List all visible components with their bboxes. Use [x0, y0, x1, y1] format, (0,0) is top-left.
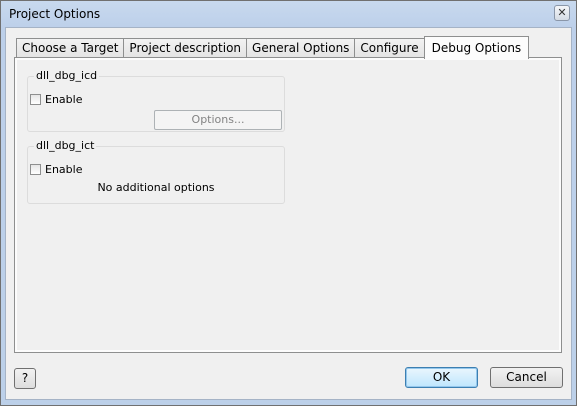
enable-icd-checkbox[interactable]	[30, 94, 41, 105]
enable-icd-checkbox-row[interactable]: Enable	[30, 93, 82, 106]
tab-strip: Choose a Target Project description Gene…	[16, 36, 530, 59]
cancel-button[interactable]: Cancel	[490, 367, 563, 388]
group-dll-dbg-ict: dll_dbg_ict Enable No additional options	[27, 139, 285, 204]
group-label-icd: dll_dbg_icd	[34, 69, 100, 82]
enable-icd-label: Enable	[45, 93, 83, 106]
enable-ict-checkbox-row[interactable]: Enable	[30, 163, 82, 176]
ok-button[interactable]: OK	[405, 367, 478, 388]
no-additional-options-text: No additional options	[97, 181, 215, 194]
panel-content: dll_dbg_icd Enable Options... dll_dbg_ic…	[17, 60, 559, 350]
debug-options-panel: dll_dbg_icd Enable Options... dll_dbg_ic…	[14, 57, 562, 353]
icd-options-button[interactable]: Options...	[154, 110, 282, 130]
group-label-ict: dll_dbg_ict	[34, 139, 97, 152]
tab-configure[interactable]: Configure	[354, 38, 425, 58]
dialog-client-area: Choose a Target Project description Gene…	[5, 27, 572, 400]
tab-project-description[interactable]: Project description	[123, 38, 248, 58]
tab-general-options[interactable]: General Options	[246, 38, 356, 58]
enable-ict-checkbox[interactable]	[30, 164, 41, 175]
tab-debug-options[interactable]: Debug Options	[423, 36, 530, 59]
group-dll-dbg-icd: dll_dbg_icd Enable Options...	[27, 69, 285, 132]
close-button[interactable]: ✕	[554, 5, 570, 21]
project-options-dialog: Project Options ✕ Choose a Target Projec…	[0, 0, 577, 406]
window-title: Project Options	[9, 7, 101, 21]
tab-choose-a-target[interactable]: Choose a Target	[16, 38, 125, 58]
help-button[interactable]: ?	[14, 368, 36, 389]
enable-ict-label: Enable	[45, 163, 83, 176]
close-icon: ✕	[557, 6, 567, 19]
title-bar[interactable]: Project Options ✕	[1, 1, 576, 27]
